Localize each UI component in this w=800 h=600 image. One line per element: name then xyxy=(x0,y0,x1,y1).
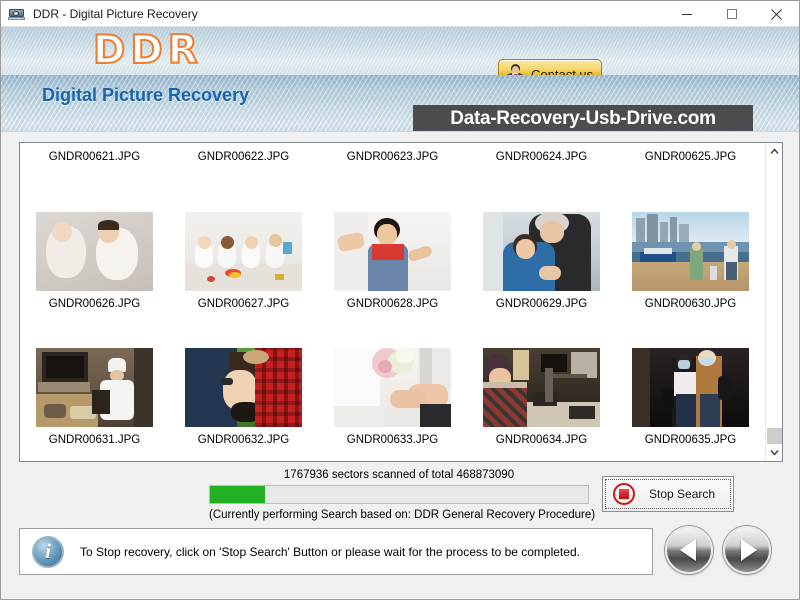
thumbnail-image-boy-peace-sign[interactable] xyxy=(334,211,451,291)
window-controls xyxy=(664,1,799,27)
thumbnail-image-man-workshop-desk[interactable] xyxy=(483,348,600,427)
banner-bottom: Digital Picture Recovery Data-Recovery-U… xyxy=(1,75,799,132)
contact-us-label: Contact us xyxy=(531,66,594,76)
thumbnail-label: GNDR00634.JPG xyxy=(495,434,588,446)
list-item[interactable]: GNDR00623.JPG xyxy=(318,151,467,164)
list-item[interactable]: GNDR00631.JPG xyxy=(20,348,169,447)
thumbnail-label: GNDR00624.JPG xyxy=(495,151,588,163)
stop-icon xyxy=(613,483,635,505)
thumbnail-image-babies-lying-carpet[interactable] xyxy=(36,211,153,291)
previous-icon[interactable] xyxy=(665,526,713,574)
close-icon[interactable] xyxy=(754,1,799,27)
thumbnail-scroll-area: GNDR00621.JPG GNDR00622.JPG GNDR00623.JP… xyxy=(20,143,765,461)
page-subtitle: Digital Picture Recovery xyxy=(42,85,250,105)
procedure-text: (Currently performing Search based on: D… xyxy=(209,509,596,521)
application-window: DDR - Digital Picture Recovery DDR Conta… xyxy=(0,0,800,600)
main-content: GNDR00621.JPG GNDR00622.JPG GNDR00623.JP… xyxy=(1,132,799,599)
thumbnail-row: GNDR00631.JPG GNDR00632.JPG GNDR00633.JP… xyxy=(20,348,765,447)
stop-search-label: Stop Search xyxy=(649,487,716,501)
list-item[interactable]: GNDR00633.JPG xyxy=(318,348,467,447)
info-message: To Stop recovery, click on 'Stop Search'… xyxy=(80,544,580,559)
contact-us-button[interactable]: Contact us xyxy=(498,59,602,75)
info-bar: i To Stop recovery, click on 'Stop Searc… xyxy=(19,528,653,575)
thumbnail-image-bride-bouquet-hands[interactable] xyxy=(334,348,451,427)
scrollbar-vertical[interactable] xyxy=(765,143,782,461)
list-item[interactable]: GNDR00632.JPG xyxy=(169,348,318,447)
next-icon[interactable] xyxy=(723,526,771,574)
thumbnail-label: GNDR00626.JPG xyxy=(48,297,141,310)
thumbnail-label: GNDR00628.JPG xyxy=(346,297,439,310)
window-title: DDR - Digital Picture Recovery xyxy=(33,6,198,21)
thumbnail-image-grandmother-hugging-boy[interactable] xyxy=(483,211,600,291)
thumbnail-label: GNDR00635.JPG xyxy=(644,434,737,446)
list-item[interactable]: GNDR00622.JPG xyxy=(169,151,318,164)
thumbnail-image-four-babies-sitting[interactable] xyxy=(185,211,302,291)
thumbnail-image-chef-kitchen-cooking[interactable] xyxy=(36,348,153,427)
minimize-icon[interactable] xyxy=(664,1,709,27)
list-item[interactable]: GNDR00621.JPG xyxy=(20,151,169,164)
triangle-left xyxy=(679,539,696,561)
thumbnail-label: GNDR00625.JPG xyxy=(644,151,737,163)
thumbnail-label: GNDR00630.JPG xyxy=(644,297,737,310)
progress-bar-fill xyxy=(210,486,265,503)
thumbnail-label: GNDR00632.JPG xyxy=(197,434,290,446)
ddr-logo: DDR xyxy=(92,27,203,74)
list-item[interactable]: GNDR00625.JPG xyxy=(616,151,765,164)
thumbnail-label-row: GNDR00621.JPG GNDR00622.JPG GNDR00623.JP… xyxy=(20,151,765,164)
stop-search-button[interactable]: Stop Search xyxy=(602,476,734,512)
thumbnail-label: GNDR00633.JPG xyxy=(346,434,439,446)
watermark: Data-Recovery-Usb-Drive.com xyxy=(413,105,753,131)
list-item[interactable]: GNDR00626.JPG xyxy=(20,211,169,311)
maximize-icon[interactable] xyxy=(709,1,754,27)
thumbnail-panel[interactable]: GNDR00621.JPG GNDR00622.JPG GNDR00623.JP… xyxy=(19,142,783,462)
user-avatar-icon xyxy=(504,63,526,75)
thumbnail-image-couple-walking-masks[interactable] xyxy=(632,348,749,427)
progress-bar xyxy=(209,485,589,504)
thumbnail-label: GNDR00629.JPG xyxy=(495,297,588,310)
thumbnail-label: GNDR00627.JPG xyxy=(197,297,290,310)
list-item[interactable]: GNDR00635.JPG xyxy=(616,348,765,447)
thumbnail-label: GNDR00631.JPG xyxy=(48,434,141,446)
list-item[interactable]: GNDR00624.JPG xyxy=(467,151,616,164)
info-icon: i xyxy=(32,535,64,568)
list-item[interactable]: GNDR00628.JPG xyxy=(318,211,467,311)
title-bar: DDR - Digital Picture Recovery xyxy=(1,1,799,27)
list-item[interactable]: GNDR00630.JPG xyxy=(616,211,765,311)
list-item[interactable]: GNDR00629.JPG xyxy=(467,211,616,311)
thumbnail-image-couple-lying-grass[interactable] xyxy=(185,348,302,427)
list-item[interactable]: GNDR00627.JPG xyxy=(169,211,318,311)
camera-icon xyxy=(8,6,26,22)
thumbnail-label: GNDR00622.JPG xyxy=(197,151,290,163)
thumbnail-label: GNDR00623.JPG xyxy=(346,151,439,163)
chevron-down-icon[interactable] xyxy=(766,444,782,461)
list-item[interactable]: GNDR00634.JPG xyxy=(467,348,616,447)
thumbnail-label: GNDR00621.JPG xyxy=(48,151,141,163)
banner-top: DDR Contact us xyxy=(1,27,799,75)
watermark-text: Data-Recovery-Usb-Drive.com xyxy=(450,107,716,129)
chevron-up-icon[interactable] xyxy=(766,143,782,160)
triangle-right xyxy=(740,539,757,561)
thumbnail-row: GNDR00626.JPG GNDR00627.JPG GNDR00628.JP… xyxy=(20,211,765,311)
thumbnail-image-family-walking-waterfront[interactable] xyxy=(632,211,749,291)
sectors-scanned-text: 1767936 sectors scanned of total 4688730… xyxy=(283,469,515,481)
progress-group: 1767936 sectors scanned of total 4688730… xyxy=(209,468,596,522)
progress-zone: 1767936 sectors scanned of total 4688730… xyxy=(19,468,783,522)
scrollbar-track[interactable] xyxy=(766,160,782,454)
